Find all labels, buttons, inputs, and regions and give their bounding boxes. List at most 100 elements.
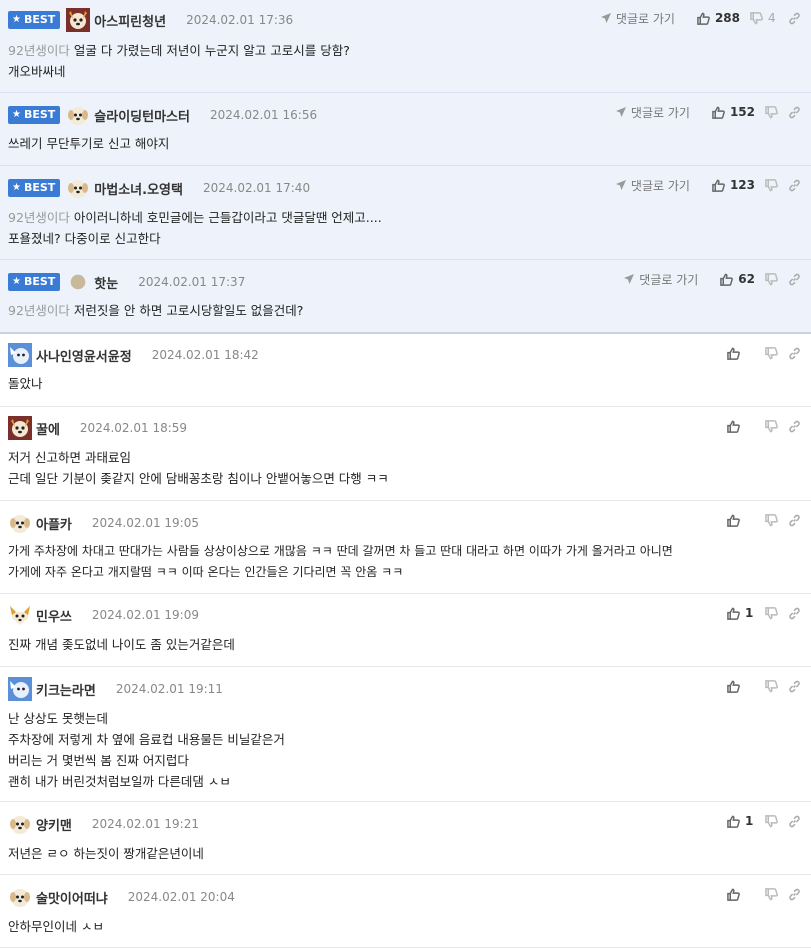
best-comment: ★ BEST 아스피린청년 2024.02.01 17:36 댓글로 가기 288…: [0, 0, 811, 93]
comment-header: ★ BEST 슬라이딩턴마스터 2024.02.01 16:56: [8, 103, 317, 127]
link-icon: [789, 420, 800, 432]
best-comment: ★ BEST 핫눈 2024.02.01 17:37 댓글로 가기 62 92년생…: [0, 260, 811, 332]
thumbs-up-icon: [727, 420, 740, 433]
thumbs-up-icon: [712, 106, 725, 119]
share-button[interactable]: [788, 347, 801, 360]
nickname[interactable]: 아플카: [36, 514, 72, 533]
like-button[interactable]: 152: [712, 105, 755, 119]
comment-date: 2024.02.01 17:36: [186, 13, 294, 27]
dislike-button[interactable]: [765, 513, 778, 527]
dislike-button[interactable]: [765, 272, 778, 286]
comment: 술맛이어떠냐 2024.02.01 20:04 안하무인이네 ㅅㅂ: [0, 875, 811, 948]
share-button[interactable]: [788, 680, 801, 693]
comment-actions: 댓글로 가기 123: [615, 173, 801, 197]
nickname[interactable]: 술맛이어떠냐: [36, 888, 108, 907]
dislike-button[interactable]: [765, 814, 778, 828]
avatar[interactable]: [66, 176, 90, 200]
like-button[interactable]: 1: [727, 606, 755, 620]
avatar[interactable]: [8, 677, 32, 701]
goto-comment-link[interactable]: 댓글로 가기: [615, 104, 690, 121]
thumbs-down-icon: [765, 105, 778, 118]
share-button[interactable]: [788, 12, 801, 25]
share-button[interactable]: [788, 106, 801, 119]
avatar[interactable]: [8, 885, 32, 909]
dislike-button[interactable]: [765, 178, 778, 192]
comment-body: 92년생이다 아이러니하네 호민글에는 근들갑이라고 댓글달땐 언제고.... 포…: [8, 210, 382, 246]
goto-comment-link[interactable]: 댓글로 가기: [623, 271, 698, 288]
share-button[interactable]: [788, 273, 801, 286]
comment-header: 꿀에 2024.02.01 18:59: [8, 416, 187, 440]
comment: 꿀에 2024.02.01 18:59 저거 신고하면 과태료임 근데 일단 기…: [0, 407, 811, 501]
comment-actions: [717, 882, 801, 906]
nickname[interactable]: 양키맨: [36, 815, 72, 834]
thumbs-up-icon: [727, 514, 740, 527]
nickname[interactable]: 사나인영윤서윤정: [36, 346, 132, 365]
comment-header: 술맛이어떠냐 2024.02.01 20:04: [8, 885, 235, 909]
like-button[interactable]: 123: [712, 178, 755, 192]
like-button[interactable]: [727, 347, 755, 360]
like-button[interactable]: [727, 420, 755, 433]
nickname[interactable]: 핫눈: [94, 273, 118, 292]
thumbs-up-icon: [727, 680, 740, 693]
dislike-button[interactable]: [765, 105, 778, 119]
share-button[interactable]: [788, 514, 801, 527]
share-button[interactable]: [788, 607, 801, 620]
avatar[interactable]: [8, 416, 32, 440]
avatar[interactable]: [66, 8, 91, 32]
comment-body: 난 상상도 못햇는데 주차장에 저렇게 차 옆에 음료컵 내용물든 비닐같은거 …: [8, 711, 285, 789]
share-button[interactable]: [788, 888, 801, 901]
comment-body: 돌았나: [8, 376, 43, 391]
comment-header: 민우쓰 2024.02.01 19:09: [8, 603, 199, 627]
dislike-button[interactable]: [765, 606, 778, 620]
mention[interactable]: 92년생이다: [8, 43, 70, 58]
share-button[interactable]: [788, 420, 801, 433]
link-icon: [789, 607, 800, 619]
thumbs-up-icon: [720, 273, 734, 286]
dislike-button[interactable]: [765, 679, 778, 693]
best-comment: ★ BEST 슬라이딩턴마스터 2024.02.01 16:56 댓글로 가기 1…: [0, 93, 811, 166]
comment-actions: 1: [717, 601, 801, 625]
avatar[interactable]: [8, 343, 32, 367]
mention[interactable]: 92년생이다: [8, 303, 70, 318]
comment-actions: 댓글로 가기 152: [615, 100, 801, 124]
nickname[interactable]: 슬라이딩턴마스터: [94, 106, 190, 125]
share-button[interactable]: [788, 179, 801, 192]
dislike-button[interactable]: [765, 887, 778, 901]
nickname[interactable]: 아스피린청년: [94, 11, 166, 30]
dislike-button[interactable]: [765, 346, 778, 360]
thumbs-up-icon: [727, 815, 740, 828]
avatar[interactable]: [8, 603, 32, 627]
like-button[interactable]: [727, 888, 755, 901]
like-button[interactable]: [727, 514, 755, 527]
nickname[interactable]: 꿀에: [36, 419, 60, 438]
comment-header: ★ BEST 마법소녀.오영택 2024.02.01 17:40: [8, 176, 310, 200]
avatar[interactable]: [66, 103, 90, 127]
like-button[interactable]: 62: [720, 272, 755, 286]
comment-body: 쓰레기 무단투기로 신고 해야지: [8, 136, 170, 151]
avatar[interactable]: [8, 812, 32, 836]
share-button[interactable]: [788, 815, 801, 828]
thumbs-down-icon: [765, 346, 778, 359]
star-icon: ★: [12, 276, 21, 287]
comment-body: 저거 신고하면 과태료임 근데 일단 기분이 좆같지 안에 담배꽁초랑 침이나 …: [8, 450, 389, 486]
like-button[interactable]: 1: [727, 814, 755, 828]
thumbs-down-icon: [750, 11, 763, 24]
avatar[interactable]: [66, 270, 90, 294]
comment-date: 2024.02.01 19:21: [91, 817, 199, 831]
mention[interactable]: 92년생이다: [8, 210, 70, 225]
like-button[interactable]: [727, 680, 755, 693]
link-icon: [789, 888, 800, 900]
comment-date: 2024.02.01 18:42: [151, 348, 259, 362]
nickname[interactable]: 키크는라면: [36, 680, 96, 699]
star-icon: ★: [12, 14, 21, 25]
like-button[interactable]: 288: [697, 11, 740, 25]
comment: 아플카 2024.02.01 19:05 가게 주차장에 차대고 딴대가는 사람…: [0, 501, 811, 594]
nickname[interactable]: 마법소녀.오영택: [94, 179, 183, 198]
thumbs-down-icon: [765, 606, 778, 619]
nickname[interactable]: 민우쓰: [36, 606, 72, 625]
goto-comment-link[interactable]: 댓글로 가기: [600, 10, 675, 27]
dislike-button[interactable]: [765, 419, 778, 433]
dislike-button[interactable]: 4: [750, 11, 778, 25]
goto-comment-link[interactable]: 댓글로 가기: [615, 177, 690, 194]
avatar[interactable]: [8, 511, 32, 535]
